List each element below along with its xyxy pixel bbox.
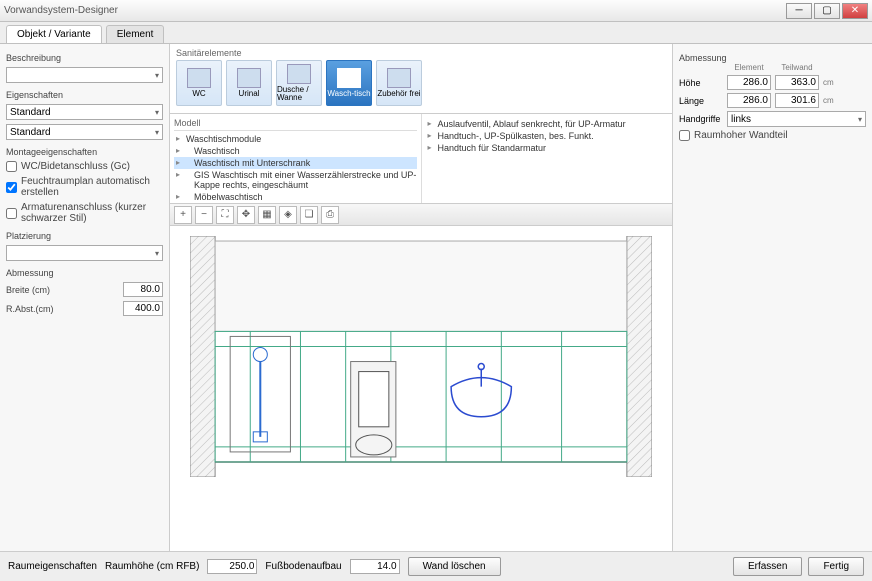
platzierung-combo[interactable] xyxy=(6,245,163,261)
handgriffe-label: Handgriffe xyxy=(679,114,723,124)
tree-item[interactable]: Möbelwaschtisch xyxy=(174,191,417,203)
elevation-drawing xyxy=(190,236,652,477)
window-title: Vorwandsystem-Designer xyxy=(4,5,118,16)
group-abmessung: Abmessung xyxy=(6,268,163,278)
hoehe-element-input[interactable] xyxy=(727,75,771,90)
group-platzierung: Platzierung xyxy=(6,231,163,241)
col-element: Element xyxy=(727,63,771,72)
laenge-element-input[interactable] xyxy=(727,93,771,108)
group-eigenschaften: Eigenschaften xyxy=(6,90,163,100)
hoehe-teilwand-input[interactable] xyxy=(775,75,819,90)
snap-button[interactable]: ◈ xyxy=(279,206,297,224)
element-dusche[interactable]: Dusche / Wanne xyxy=(276,60,322,106)
titlebar: Vorwandsystem-Designer ─ ▢ ✕ xyxy=(0,0,872,22)
tree-item[interactable]: Waschtisch mit Unterschrank xyxy=(174,157,417,169)
element-urinal[interactable]: Urinal xyxy=(226,60,272,106)
minimize-button[interactable]: ─ xyxy=(786,3,812,19)
tree-item[interactable]: Waschtischmodule xyxy=(174,133,417,145)
hoehe-label: Höhe xyxy=(679,78,723,88)
breite-input[interactable] xyxy=(123,282,163,297)
detail-list: Auslaufventil, Ablauf senkrecht, für UP-… xyxy=(422,114,673,203)
raumhoehe-input[interactable] xyxy=(207,559,257,574)
chk-wc-bidet[interactable]: WC/Bidetanschluss (Gc) xyxy=(6,161,163,172)
fussboden-label: Fußbodenaufbau xyxy=(265,561,341,572)
right-sidebar: Abmessung Element Teilwand Höhe cm Länge… xyxy=(672,44,872,551)
beschreibung-combo[interactable] xyxy=(6,67,163,83)
maximize-button[interactable]: ▢ xyxy=(814,3,840,19)
list-item[interactable]: Handtuch für Standarmatur xyxy=(426,142,669,154)
layer-button[interactable]: ❏ xyxy=(300,206,318,224)
list-item[interactable]: Auslaufventil, Ablauf senkrecht, für UP-… xyxy=(426,118,669,130)
print-button[interactable]: ⎙ xyxy=(321,206,339,224)
done-button[interactable]: Fertig xyxy=(808,557,864,576)
rabst-label: R.Abst.(cm) xyxy=(6,304,120,314)
tab-element[interactable]: Element xyxy=(106,25,165,43)
tab-objekt[interactable]: Objekt / Variante xyxy=(6,25,102,43)
model-tree: Modell Waschtischmodule Waschtisch Wasch… xyxy=(170,114,422,203)
close-button[interactable]: ✕ xyxy=(842,3,868,19)
elements-toolbar: Sanitärelemente WC Urinal Dusche / Wanne… xyxy=(170,44,672,114)
chk-armatur[interactable]: Armaturenanschluss (kurzer schwarzer Sti… xyxy=(6,202,163,224)
elements-group-title: Sanitärelemente xyxy=(176,48,422,58)
col-teilwand: Teilwand xyxy=(775,63,819,72)
raumeigen-label: Raumeigenschaften xyxy=(8,561,97,572)
drawing-toolbar: + − ⛶ ✥ ▦ ◈ ❏ ⎙ xyxy=(170,204,672,226)
apply-button[interactable]: Erfassen xyxy=(733,557,802,576)
tree-item[interactable]: Waschtisch xyxy=(174,145,417,157)
group-beschreibung: Beschreibung xyxy=(6,53,163,63)
urinal-icon xyxy=(237,68,261,88)
laenge-teilwand-input[interactable] xyxy=(775,93,819,108)
eigenschaft-combo-1[interactable]: Standard xyxy=(6,104,163,120)
fussboden-input[interactable] xyxy=(350,559,400,574)
zubehoer-icon xyxy=(387,68,411,88)
center-panel: Sanitärelemente WC Urinal Dusche / Wanne… xyxy=(170,44,672,551)
breite-label: Breite (cm) xyxy=(6,285,120,295)
element-waschtisch[interactable]: Wasch-tisch xyxy=(326,60,372,106)
group-montage: Montageeigenschaften xyxy=(6,147,163,157)
drawing-canvas[interactable] xyxy=(170,226,672,551)
list-item[interactable]: Handtuch-, UP-Spülkasten, bes. Funkt. xyxy=(426,130,669,142)
reset-button[interactable]: Wand löschen xyxy=(408,557,501,576)
pan-button[interactable]: ✥ xyxy=(237,206,255,224)
tab-bar: Objekt / Variante Element xyxy=(0,22,872,44)
eigenschaft-combo-2[interactable]: Standard xyxy=(6,124,163,140)
wc-icon xyxy=(187,68,211,88)
zoom-in-button[interactable]: + xyxy=(174,206,192,224)
grid-button[interactable]: ▦ xyxy=(258,206,276,224)
model-tree-area: Modell Waschtischmodule Waschtisch Wasch… xyxy=(170,114,672,204)
dusche-icon xyxy=(287,64,311,84)
raumhoehe-label: Raumhöhe (cm RFB) xyxy=(105,561,199,572)
model-tree-title: Modell xyxy=(174,118,417,131)
zoom-out-button[interactable]: − xyxy=(195,206,213,224)
zoom-fit-button[interactable]: ⛶ xyxy=(216,206,234,224)
laenge-label: Länge xyxy=(679,96,723,106)
waschtisch-icon xyxy=(337,68,361,88)
element-zubehoer[interactable]: Zubehör frei xyxy=(376,60,422,106)
left-sidebar: Beschreibung Eigenschaften Standard Stan… xyxy=(0,44,170,551)
handgriffe-combo[interactable]: links xyxy=(727,111,866,127)
chk-feuchtraum[interactable]: Feuchtraumplan automatisch erstellen xyxy=(6,176,163,198)
dim-title: Abmessung xyxy=(679,53,866,63)
rabst-input[interactable] xyxy=(123,301,163,316)
chk-raumhoch[interactable]: Raumhoher Wandteil xyxy=(679,130,866,141)
footer-bar: Raumeigenschaften Raumhöhe (cm RFB) Fußb… xyxy=(0,551,872,581)
element-wc[interactable]: WC xyxy=(176,60,222,106)
tree-item[interactable]: GIS Waschtisch mit einer Wasserzählerstr… xyxy=(174,169,417,191)
